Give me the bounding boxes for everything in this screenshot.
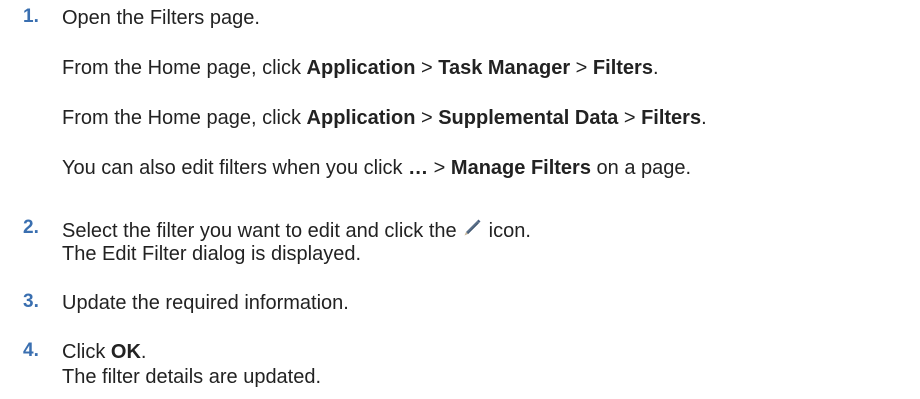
step-number: 3.	[23, 291, 39, 312]
step-text: Open the Filters page.	[62, 7, 260, 29]
instruction-line: From the Home page, click Application > …	[62, 56, 659, 80]
menu-ellipsis: …	[408, 157, 429, 179]
instruction-line: Click OK.	[62, 340, 146, 364]
separator: >	[570, 57, 593, 79]
menu-filters: Filters	[592, 57, 653, 79]
menu-application: Application	[306, 57, 416, 79]
step-text: Update the required information.	[62, 292, 349, 314]
period: .	[701, 107, 707, 129]
menu-filters: Filters	[641, 107, 702, 129]
separator: >	[618, 107, 642, 129]
instruction-text: on a page.	[590, 157, 692, 179]
menu-supplemental-data: Supplemental Data	[438, 107, 619, 129]
instruction-text: From the Home page, click	[62, 57, 307, 79]
separator: >	[428, 157, 451, 179]
step-text: The filter details are updated.	[62, 366, 322, 388]
ok-label: OK	[110, 341, 141, 363]
menu-manage-filters: Manage Filters	[450, 157, 591, 179]
instruction-text: Click	[62, 341, 111, 363]
instruction-line: Select the filter you want to edit and c…	[62, 217, 531, 243]
instruction-text: Select the filter you want to edit and c…	[62, 220, 457, 242]
instruction-line: You can also edit filters when you click…	[62, 156, 691, 180]
period: .	[140, 341, 147, 363]
separator: >	[415, 107, 439, 129]
instruction-text: icon.	[488, 220, 531, 242]
separator: >	[415, 57, 439, 79]
instruction-line: From the Home page, click Application > …	[62, 106, 707, 130]
instruction-text: From the Home page, click	[62, 107, 307, 129]
pencil-edit-icon	[464, 219, 481, 236]
menu-application: Application	[306, 107, 416, 129]
instruction-text: You can also edit filters when you click	[62, 157, 409, 179]
step-number: 4.	[23, 340, 39, 361]
menu-task-manager: Task Manager	[438, 57, 571, 79]
step-text: The Edit Filter dialog is displayed.	[62, 243, 362, 265]
period: .	[652, 57, 659, 79]
step-number: 1.	[23, 6, 39, 27]
step-number: 2.	[23, 217, 39, 238]
